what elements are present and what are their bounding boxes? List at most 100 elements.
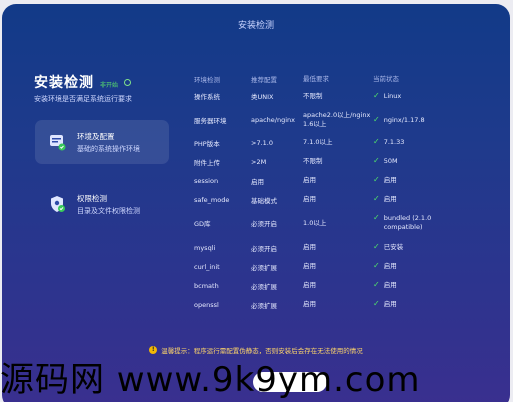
row-current-value: 已安装 [383, 243, 404, 251]
check-icon: ✓ [373, 90, 380, 100]
row-recommended: 基础模式 [251, 196, 277, 205]
shield-icon [47, 194, 67, 214]
nav-permission-label: 权限检测 [77, 193, 107, 203]
row-name: openssl [194, 300, 219, 309]
row-current-value: 启用 [383, 281, 397, 289]
row-recommended: 必须扩展 [251, 301, 277, 310]
status-badge: 非开始 [100, 82, 119, 89]
table-row: 附件上传 >2M 不限制 ✓ 50M [194, 156, 494, 167]
row-minimum: 1.0以上 [303, 218, 327, 227]
table-row: safe_mode 基础模式 启用 ✓ 启用 [194, 194, 494, 205]
row-recommended: >7.1.0 [251, 138, 273, 147]
nav-item-environment[interactable]: 环境及配置 基础的系统操作环境 [35, 120, 169, 164]
row-current-value: 启用 [383, 262, 397, 270]
row-current-value: nginx/1.17.8 [383, 115, 425, 124]
row-name: 操作系统 [194, 93, 220, 101]
table-header-row: 环境检测 推荐配置 最低要求 当前状态 [194, 74, 494, 85]
row-name: 附件上传 [194, 158, 220, 167]
environment-check-table: 环境检测 推荐配置 最低要求 当前状态 操作系统 类UNIX 不限制 ✓ Linu… [194, 74, 494, 310]
row-recommended: 必须扩展 [251, 263, 277, 272]
row-name: bcmath [194, 281, 219, 290]
check-icon: ✓ [373, 242, 380, 251]
install-check-title: 安装检测 [34, 75, 94, 91]
row-recommended: 必须开启 [251, 244, 277, 253]
nav-environment-label: 环境及配置 [77, 131, 115, 141]
row-name: PHP版本 [194, 139, 220, 148]
server-icon [47, 132, 67, 152]
row-minimum: apache2.0以上/nginx1.6以上 [303, 111, 371, 128]
row-name: session [194, 176, 219, 185]
header-current: 当前状态 [373, 74, 399, 83]
row-name: mysqli [194, 243, 216, 252]
row-current: ✓ Linux [373, 90, 473, 101]
row-current: ✓ nginx/1.17.8 [373, 114, 473, 125]
watermark-text: 源码网 www.9k9ym.com [0, 360, 421, 400]
window-title: 安装检测 [237, 21, 274, 31]
row-current-value: 启用 [383, 300, 397, 308]
row-minimum: 不限制 [303, 91, 323, 100]
table-row: mysqli 必须开启 启用 ✓ 已安装 [194, 242, 494, 253]
row-recommended: 启用 [251, 177, 264, 186]
row-current-value: 50M [383, 157, 398, 165]
check-icon: ✓ [373, 299, 380, 308]
check-icon: ✓ [373, 213, 380, 222]
bottom-bar [0, 402, 513, 417]
row-recommended: 必须开启 [251, 220, 277, 228]
check-icon: ✓ [373, 156, 380, 165]
table-row: curl_init 必须扩展 启用 ✓ 启用 [194, 261, 494, 272]
table-row: session 启用 启用 ✓ 启用 [194, 175, 494, 186]
row-minimum: 启用 [303, 300, 316, 308]
row-minimum: 启用 [303, 243, 316, 251]
install-check-description: 安装环境是否满足系统运行要求 [34, 95, 132, 103]
row-current: ✓ 50M [373, 157, 473, 166]
table-row: openssl 必须扩展 启用 ✓ 启用 [194, 299, 494, 310]
check-icon: ✓ [373, 194, 380, 203]
table-row: 操作系统 类UNIX 不限制 ✓ Linux [194, 91, 494, 101]
row-recommended: 必须扩展 [251, 282, 277, 291]
check-icon: ✓ [373, 261, 380, 270]
header-minimum: 最低要求 [303, 74, 329, 83]
row-current: ✓ 已安装 [373, 243, 473, 252]
row-current: ✓ 启用 [373, 262, 473, 271]
row-current: ✓ 启用 [373, 281, 473, 290]
header-environment: 环境检测 [194, 76, 220, 84]
row-name: safe_mode [194, 195, 230, 204]
row-current: ✓ 启用 [373, 195, 473, 204]
row-current-value: 7.1.33 [383, 138, 405, 146]
check-icon: ✓ [373, 114, 380, 124]
row-current: ✓ 启用 [373, 300, 473, 309]
row-current: ✓ bundled (2.1.0 compatible) [373, 214, 473, 232]
check-icon: ✓ [373, 175, 380, 184]
row-current: ✓ 7.1.33 [373, 138, 473, 147]
row-minimum: 启用 [303, 176, 316, 184]
row-name: GD库 [194, 220, 211, 228]
nav-item-permission[interactable]: 权限检测 目录及文件权限检测 [35, 182, 169, 226]
row-recommended: >2M [251, 157, 267, 166]
row-minimum: 7.1.0以上 [303, 138, 333, 146]
nav-environment-sublabel: 基础的系统操作环境 [77, 144, 140, 153]
installer-window: 安装检测 安装检测 非开始 安装环境是否满足系统运行要求 环境及配置 基础的系统… [2, 4, 510, 409]
table-row: GD库 必须开启 1.0以上 ✓ bundled (2.1.0 compatibl… [194, 212, 494, 234]
row-current-value: 启用 [383, 195, 397, 203]
row-recommended: 类UNIX [251, 93, 274, 101]
status-dot-icon [124, 79, 132, 86]
nav-permission-sublabel: 目录及文件权限检测 [77, 206, 140, 215]
table-row: 服务器环境 apache/nginx apache2.0以上/nginx1.6以… [194, 109, 494, 131]
table-row: PHP版本 >7.1.0 7.1.0以上 ✓ 7.1.33 [194, 137, 494, 148]
row-current-value: 启用 [383, 176, 397, 184]
row-current: ✓ 启用 [373, 176, 473, 185]
table-row: bcmath 必须扩展 启用 ✓ 启用 [194, 280, 494, 291]
install-check-heading: 安装检测 非开始 [34, 72, 132, 92]
header-recommended: 推荐配置 [251, 76, 277, 84]
row-name: 服务器环境 [194, 117, 227, 125]
check-icon: ✓ [373, 137, 380, 146]
row-minimum: 启用 [303, 262, 316, 270]
row-current-value: bundled (2.1.0 compatible) [383, 214, 432, 231]
row-minimum: 启用 [303, 195, 316, 203]
row-current-value: Linux [383, 91, 402, 100]
check-icon: ✓ [373, 280, 380, 289]
row-recommended: apache/nginx [251, 116, 295, 124]
row-name: curl_init [194, 262, 220, 271]
row-minimum: 启用 [303, 281, 316, 289]
row-minimum: 不限制 [303, 157, 323, 165]
